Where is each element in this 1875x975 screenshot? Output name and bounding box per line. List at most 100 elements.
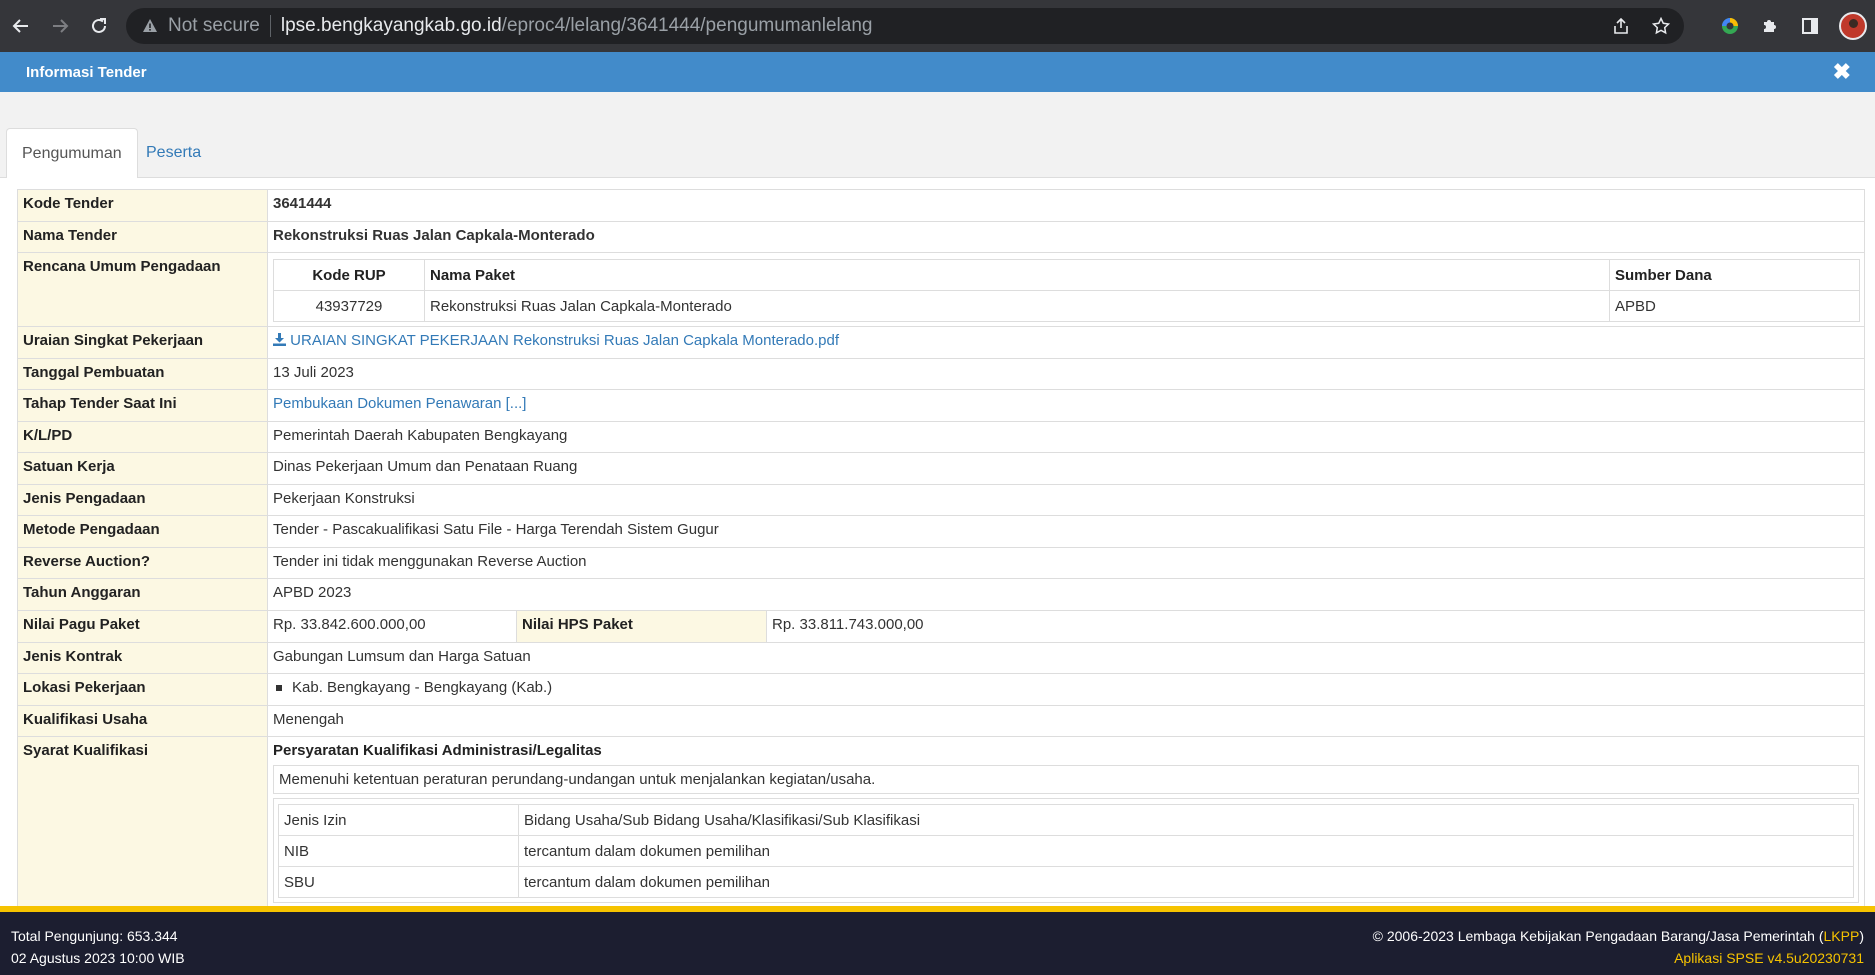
metode-value: Tender - Pascakualifikasi Satu File - Ha…	[267, 515, 1865, 548]
security-label[interactable]: Not secure	[168, 15, 260, 37]
visitor-count: Total Pengunjung: 653.344	[11, 928, 178, 944]
field-label: Rencana Umum Pengadaan	[17, 252, 268, 327]
reload-button[interactable]	[81, 8, 117, 44]
table-row: Lokasi Pekerjaan Kab. Bengkayang - Bengk…	[17, 673, 1865, 706]
field-label: Reverse Auction?	[17, 546, 268, 579]
table-row: Kualifikasi Usaha Menengah	[17, 704, 1865, 737]
puzzle-extensions-icon[interactable]	[1759, 15, 1781, 37]
share-icon[interactable]	[1610, 15, 1632, 37]
url-path: /eproc4/lelang/3641444/pengumumanlelang	[501, 15, 873, 36]
izin-cell: Jenis Izin	[278, 804, 519, 836]
modal-header: Informasi Tender ✖	[0, 52, 1875, 92]
field-label: Kualifikasi Usaha	[17, 704, 268, 737]
klpd-value: Pemerintah Daerah Kabupaten Bengkayang	[267, 420, 1865, 453]
tab-bar: Pengumuman Peserta	[0, 128, 1875, 179]
jenis-pengadaan-value: Pekerjaan Konstruksi	[267, 483, 1865, 516]
pagu-value: Rp. 33.842.600.000,00	[268, 610, 517, 642]
tahap-cell: Pembukaan Dokumen Penawaran [...]	[267, 389, 1865, 422]
warning-triangle-icon[interactable]	[140, 16, 160, 36]
syarat-heading: Persyaratan Kualifikasi Administrasi/Leg…	[273, 742, 602, 759]
table-row: Jenis Pengadaan Pekerjaan Konstruksi	[17, 483, 1865, 516]
close-icon[interactable]: ✖	[1833, 61, 1851, 83]
rup-header-sumber: Sumber Dana	[1609, 259, 1860, 291]
field-label: Tanggal Pembuatan	[17, 357, 268, 390]
url-text[interactable]: lpse.bengkayangkab.go.id/eproc4/lelang/3…	[281, 15, 873, 37]
profile-avatar[interactable]	[1839, 12, 1867, 40]
copyright-text: © 2006-2023 Lembaga Kebijakan Pengadaan …	[1372, 928, 1824, 944]
field-label: Nama Tender	[17, 220, 268, 253]
field-label: K/L/PD	[17, 420, 268, 453]
tab-pengumuman[interactable]: Pengumuman	[6, 128, 138, 179]
rup-header-kode: Kode RUP	[273, 259, 425, 291]
table-row: SBU tercantum dalam dokumen pemilihan	[278, 866, 1854, 898]
table-row: Nama Tender Rekonstruksi Ruas Jalan Capk…	[17, 220, 1865, 253]
table-row: Kode Tender 3641444	[17, 189, 1865, 222]
izin-cell: NIB	[278, 835, 519, 867]
izin-cell: tercantum dalam dokumen pemilihan	[518, 866, 1854, 898]
reverse-value: Tender ini tidak menggunakan Reverse Auc…	[267, 546, 1865, 579]
field-label: Uraian Singkat Pekerjaan	[17, 326, 268, 359]
rup-table: Kode RUP Nama Paket Sumber Dana 43937729…	[273, 259, 1860, 322]
field-label: Syarat Kualifikasi	[17, 736, 268, 906]
tab-peserta[interactable]: Peserta	[131, 128, 216, 178]
lokasi-cell: Kab. Bengkayang - Bengkayang (Kab.)	[267, 673, 1865, 706]
lkpp-link[interactable]: LKPP	[1824, 928, 1860, 944]
izin-box: Jenis Izin Bidang Usaha/Sub Bidang Usaha…	[273, 798, 1859, 903]
field-label: Tahun Anggaran	[17, 578, 268, 611]
reload-icon	[92, 18, 106, 33]
izin-cell: tercantum dalam dokumen pemilihan	[518, 835, 1854, 867]
browser-toolbar: Not secure lpse.bengkayangkab.go.id/epro…	[0, 0, 1875, 52]
table-row: Uraian Singkat Pekerjaan URAIAN SINGKAT …	[17, 326, 1865, 359]
tahap-link[interactable]: Pembukaan Dokumen Penawaran [...]	[273, 395, 526, 412]
uraian-download-link[interactable]: URAIAN SINGKAT PEKERJAAN Rekonstruksi Ru…	[273, 332, 839, 349]
field-label: Lokasi Pekerjaan	[17, 673, 268, 706]
side-panel-icon[interactable]	[1799, 15, 1821, 37]
page-footer: Total Pengunjung: 653.344 02 Agustus 202…	[0, 912, 1875, 975]
field-label: Metode Pengadaan	[17, 515, 268, 548]
table-row: K/L/PD Pemerintah Daerah Kabupaten Bengk…	[17, 420, 1865, 453]
lokasi-list-item: Kab. Bengkayang - Bengkayang (Kab.)	[273, 679, 1859, 696]
hps-value: Rp. 33.811.743.000,00	[772, 615, 924, 633]
back-button[interactable]	[3, 8, 39, 44]
app-version: Aplikasi SPSE v4.5u20230731	[1674, 950, 1864, 966]
satker-value: Dinas Pekerjaan Umum dan Penataan Ruang	[267, 452, 1865, 485]
pagu-cell: Rp. 33.842.600.000,00 Nilai HPS Paket Rp…	[267, 609, 1865, 643]
address-bar[interactable]: Not secure lpse.bengkayangkab.go.id/epro…	[126, 8, 1684, 44]
omnibox-divider	[269, 15, 271, 37]
table-row: Jenis Kontrak Gabungan Lumsum dan Harga …	[17, 641, 1865, 674]
table-row: Nilai Pagu Paket Rp. 33.842.600.000,00 N…	[17, 609, 1865, 643]
syarat-cell: Persyaratan Kualifikasi Administrasi/Leg…	[267, 736, 1865, 906]
field-label: Satuan Kerja	[17, 452, 268, 485]
rup-sumber: APBD	[1609, 290, 1860, 322]
uraian-cell: URAIAN SINGKAT PEKERJAAN Rekonstruksi Ru…	[267, 326, 1865, 359]
field-label: Tahap Tender Saat Ini	[17, 389, 268, 422]
uraian-link-text: URAIAN SINGKAT PEKERJAAN Rekonstruksi Ru…	[290, 332, 840, 349]
table-row: Satuan Kerja Dinas Pekerjaan Umum dan Pe…	[17, 452, 1865, 485]
tahun-value: APBD 2023	[267, 578, 1865, 611]
izin-table: Jenis Izin Bidang Usaha/Sub Bidang Usaha…	[278, 804, 1854, 898]
table-row: Tahun Anggaran APBD 2023	[17, 578, 1865, 611]
arrow-left-icon	[12, 19, 28, 33]
rup-nama: Rekonstruksi Ruas Jalan Capkala-Monterad…	[424, 290, 1610, 322]
kode-tender-value: 3641444	[267, 189, 1865, 222]
forward-button[interactable]	[42, 8, 78, 44]
field-label: Jenis Kontrak	[17, 641, 268, 674]
hps-label: Nilai HPS Paket	[517, 610, 767, 642]
tanggal-value: 13 Juli 2023	[267, 357, 1865, 390]
arrow-right-icon	[53, 19, 69, 33]
table-row: Rencana Umum Pengadaan Kode RUP Nama Pak…	[17, 252, 1865, 327]
extension-colorful-icon[interactable]	[1719, 15, 1741, 37]
table-row: Syarat Kualifikasi Persyaratan Kualifika…	[17, 736, 1865, 906]
table-row: Tanggal Pembuatan 13 Juli 2023	[17, 357, 1865, 390]
download-icon	[273, 333, 286, 346]
rup-kode: 43937729	[273, 290, 425, 322]
bookmark-star-icon[interactable]	[1650, 15, 1672, 37]
kualifikasi-usaha-value: Menengah	[267, 704, 1865, 737]
table-row: Reverse Auction? Tender ini tidak menggu…	[17, 546, 1865, 579]
footer-datetime: 02 Agustus 2023 10:00 WIB	[11, 950, 185, 966]
table-row: Jenis Izin Bidang Usaha/Sub Bidang Usaha…	[278, 804, 1854, 836]
kontrak-value: Gabungan Lumsum dan Harga Satuan	[267, 641, 1865, 674]
modal-title: Informasi Tender	[26, 63, 147, 81]
copyright-close: )	[1859, 928, 1864, 944]
field-label: Kode Tender	[17, 189, 268, 222]
